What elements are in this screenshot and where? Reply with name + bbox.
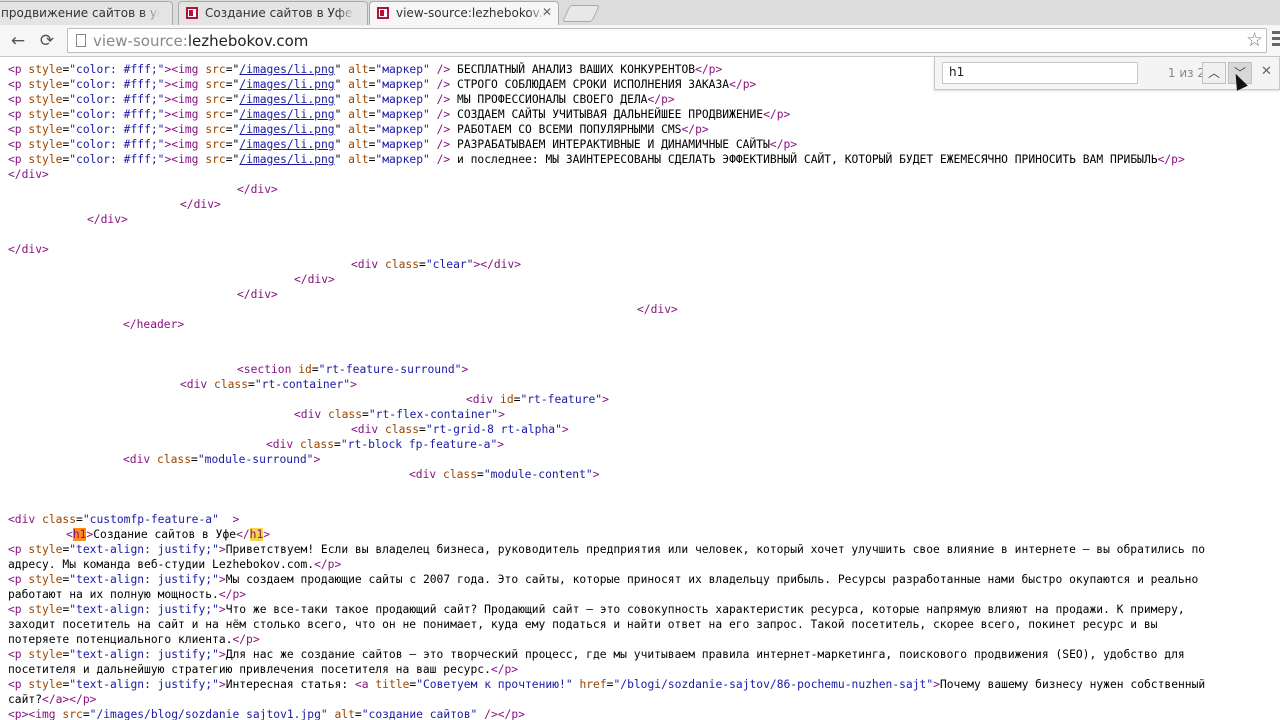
source-line: </div> (237, 288, 278, 301)
source-line: <p><img src="/images/blog/sozdanie_sajto… (8, 708, 525, 720)
source-line: <p style="color: #fff;"><img src="/image… (8, 93, 675, 106)
source-code-view: <p style="color: #fff;"><img src="/image… (0, 57, 1280, 720)
url-text: view-source:lezhebokov.com (93, 32, 309, 50)
find-highlight-current: h1 (72, 528, 87, 541)
source-line: </div> (294, 273, 335, 286)
source-line: <p style="color: #fff;"><img src="/image… (8, 78, 757, 91)
close-tab-icon[interactable]: ✕ (542, 5, 552, 19)
reload-button[interactable]: ⟳ (36, 30, 58, 52)
source-line: </div> (637, 303, 678, 316)
source-line: <p style="color: #fff;"><img src="/image… (8, 153, 1185, 166)
site-favicon-icon (186, 7, 198, 19)
source-link[interactable]: /images/li.png (239, 153, 334, 166)
menu-icon[interactable] (1272, 31, 1280, 49)
tab-view-source[interactable]: view-source:lezhebokov.co ✕ (369, 1, 559, 25)
source-line: <section id="rt-feature-surround"> (237, 363, 469, 376)
source-line: <p style="text-align: justify;">Для нас … (8, 648, 1185, 661)
source-line: потеряете потенциального клиента.</p> (8, 633, 260, 646)
address-bar[interactable]: view-source:lezhebokov.com ☆ (67, 28, 1267, 53)
tab-site-creation[interactable]: Создание сайтов в Уфе. Пр (178, 1, 368, 25)
source-line: <div class="customfp-feature-a" > (8, 513, 240, 526)
source-line: <p style="text-align: justify;">Мы созда… (8, 573, 1199, 586)
source-link[interactable]: /images/li.png (239, 108, 334, 121)
find-bar: h1 1 из 2 ︿ ﹀ ✕ (934, 57, 1280, 90)
tab-seo[interactable]: продвижение сайтов в уфе (0, 1, 173, 25)
chevron-up-icon: ︿ (1207, 66, 1220, 80)
browser-toolbar: ← ⟳ view-source:lezhebokov.com ☆ (0, 25, 1280, 57)
source-line: <div class="rt-block fp-feature-a"> (266, 438, 505, 451)
back-button[interactable]: ← (7, 30, 29, 52)
find-previous-button[interactable]: ︿ (1202, 62, 1226, 84)
source-line: <div class="rt-container"> (180, 378, 357, 391)
source-line: <p style="text-align: justify;">Интересн… (8, 678, 1206, 691)
find-highlight: h1 (249, 528, 264, 541)
source-line: </div> (8, 243, 49, 256)
site-favicon-icon (377, 7, 389, 19)
find-match-count: 1 из 2 (1167, 66, 1205, 80)
source-line: </header> (123, 318, 185, 331)
source-line: </div> (8, 168, 49, 181)
source-line: <div class="rt-grid-8 rt-alpha"> (351, 423, 569, 436)
source-line: <div class="module-content"> (409, 468, 600, 481)
source-line: <p style="text-align: justify;">Что же в… (8, 603, 1185, 616)
source-line: <p style="color: #fff;"><img src="/image… (8, 108, 791, 121)
source-line: <div id="rt-feature"> (466, 393, 609, 406)
source-line: <div class="rt-flex-container"> (294, 408, 505, 421)
close-find-icon[interactable]: ✕ (1261, 64, 1272, 79)
new-tab-button[interactable] (562, 5, 600, 22)
find-input[interactable]: h1 (942, 62, 1138, 84)
source-line: <p style="color: #fff;"><img src="/image… (8, 138, 798, 151)
source-line-h1: <h1>Создание сайтов в Уфе</h1> (66, 528, 271, 541)
source-line: <p style="color: #fff;"><img src="/image… (8, 63, 723, 76)
source-line: адресу. Мы команда веб-студии Lezhebokov… (8, 558, 342, 571)
source-link[interactable]: /images/li.png (239, 93, 334, 106)
source-line: посетителя и дальнейшую стратегию привле… (8, 663, 519, 676)
source-link[interactable]: /images/li.png (239, 123, 334, 136)
source-link[interactable]: /images/li.png (239, 78, 334, 91)
source-line: работают на их полную мощность.</p> (8, 588, 247, 601)
page-icon (76, 34, 86, 47)
tab-strip: продвижение сайтов в уфе Создание сайтов… (0, 0, 1280, 25)
source-line: </div> (87, 213, 128, 226)
source-line: заходит посетитель на сайт и на нём стол… (8, 618, 1158, 631)
bookmark-star-icon[interactable]: ☆ (1246, 29, 1263, 51)
source-line: <div class="module-surround"> (123, 453, 321, 466)
source-line: <div class="clear"></div> (351, 258, 522, 271)
source-line: <p style="text-align: justify;">Приветст… (8, 543, 1206, 556)
source-line: </div> (180, 198, 221, 211)
source-link[interactable]: /images/li.png (239, 138, 334, 151)
source-link[interactable]: /images/li.png (239, 63, 334, 76)
source-line: </div> (237, 183, 278, 196)
source-line: сайт?</a></p> (8, 693, 97, 706)
source-line: <p style="color: #fff;"><img src="/image… (8, 123, 709, 136)
